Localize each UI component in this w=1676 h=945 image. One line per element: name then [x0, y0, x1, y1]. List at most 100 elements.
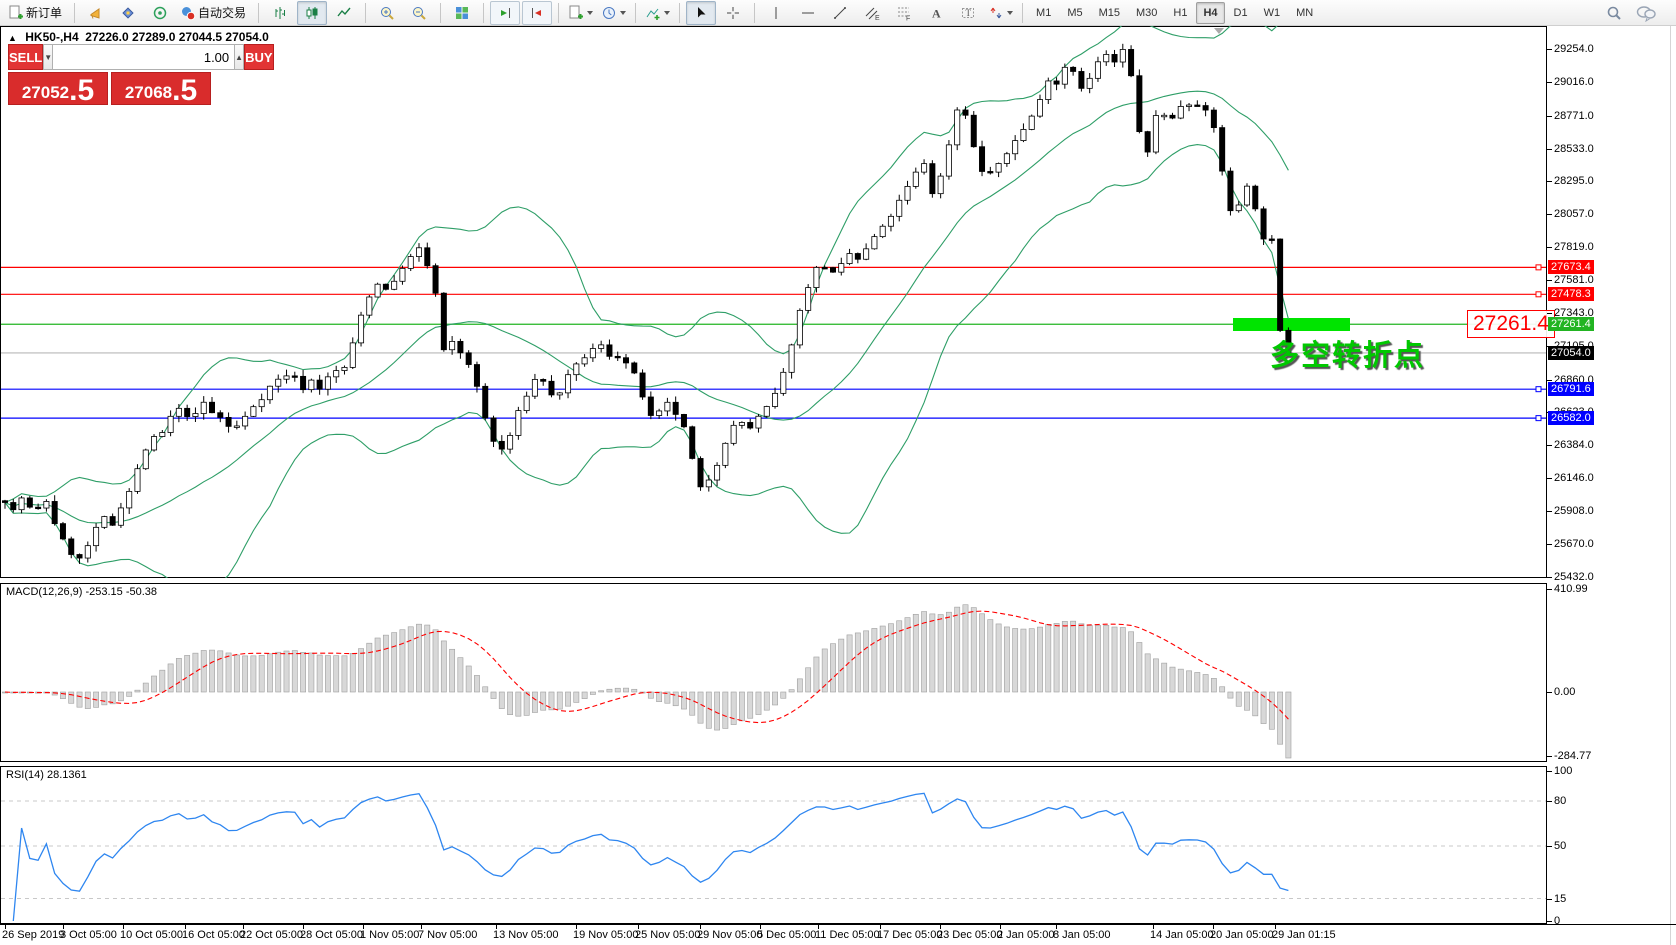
- zoom-out-button[interactable]: [404, 1, 434, 25]
- price-tag: 27673.4: [1548, 260, 1594, 274]
- equidistant-channel-button[interactable]: E: [857, 1, 887, 25]
- macd-canvas[interactable]: [0, 583, 1547, 762]
- price-tick-label: 28057.0: [1554, 208, 1594, 220]
- bar-chart-icon: [272, 5, 288, 21]
- price-callout-box[interactable]: 27261.4: [1467, 310, 1555, 338]
- equidistant-channel-icon: E: [864, 5, 880, 21]
- fibonacci-button[interactable]: F: [889, 1, 919, 25]
- vertical-line-icon: [768, 5, 784, 21]
- indicators-button[interactable]: [642, 1, 673, 25]
- time-axis-label: 2 Jan 05:00: [997, 929, 1055, 941]
- toolbar-separator: [365, 3, 366, 23]
- price-tick-label: 25670.0: [1554, 538, 1594, 550]
- svg-text:E: E: [875, 15, 880, 21]
- rsi-canvas[interactable]: [0, 766, 1547, 924]
- mt4-window: 新订单 自动交易 E F A T: [0, 0, 1676, 945]
- vertical-line-button[interactable]: [761, 1, 791, 25]
- svg-text:F: F: [906, 15, 910, 21]
- trendline-button[interactable]: [825, 1, 855, 25]
- text-label-button[interactable]: T: [953, 1, 983, 25]
- zoom-out-icon: [411, 5, 427, 21]
- dropdown-caret: [587, 11, 593, 15]
- timeframe-button-m1[interactable]: M1: [1029, 2, 1058, 24]
- price-tick-mark: [1547, 544, 1552, 545]
- price-tick-mark: [1547, 247, 1552, 248]
- zoom-in-button[interactable]: [372, 1, 402, 25]
- time-axis-label: 13 Nov 05:00: [493, 929, 558, 941]
- price-tick-label: 27819.0: [1554, 241, 1594, 253]
- price-tick-mark: [1547, 511, 1552, 512]
- time-axis-label: 23 Dec 05:00: [937, 929, 1002, 941]
- timeframe-button-m5[interactable]: M5: [1060, 2, 1089, 24]
- search-button[interactable]: [1599, 1, 1629, 25]
- svg-text:T: T: [966, 8, 972, 18]
- timeframe-button-d1[interactable]: D1: [1227, 2, 1255, 24]
- timeframe-button-w1[interactable]: W1: [1257, 2, 1288, 24]
- dropdown-caret: [620, 11, 626, 15]
- line-chart-button[interactable]: [329, 1, 359, 25]
- timeframe-button-h1[interactable]: H1: [1166, 2, 1194, 24]
- rsi-tick-label: 15: [1554, 893, 1566, 905]
- sell-button[interactable]: SELL: [8, 44, 43, 70]
- metaeditor-icon: [120, 5, 136, 21]
- autoscroll-icon: [497, 5, 513, 21]
- price-tick-label: 26384.0: [1554, 439, 1594, 451]
- price-tick-mark: [1547, 445, 1552, 446]
- collapse-triangle-icon[interactable]: ▲: [8, 33, 17, 43]
- price-tick-mark: [1547, 577, 1552, 578]
- price-tick-mark: [1547, 116, 1552, 117]
- signals-icon: [152, 5, 168, 21]
- horizontal-line-button[interactable]: [793, 1, 823, 25]
- macd-tick-mark: [1547, 756, 1552, 757]
- rsi-tick-label: 0: [1554, 915, 1560, 927]
- timeframe-button-mn[interactable]: MN: [1289, 2, 1320, 24]
- time-axis-label: 14 Jan 05:00: [1150, 929, 1214, 941]
- text-button[interactable]: A: [921, 1, 951, 25]
- volume-increase-button[interactable]: ▲: [234, 44, 244, 70]
- chart-shift-button[interactable]: [522, 1, 552, 25]
- autoscroll-button[interactable]: [490, 1, 520, 25]
- indicators-icon: [645, 5, 661, 21]
- candlestick-icon: [304, 5, 320, 21]
- price-tick-mark: [1547, 181, 1552, 182]
- macd-tick-label: 410.99: [1554, 583, 1588, 595]
- timeframe-button-m30[interactable]: M30: [1129, 2, 1164, 24]
- symbol-header: ▲ HK50-,H4 27226.0 27289.0 27044.5 27054…: [8, 30, 269, 44]
- timeframe-button-m15[interactable]: M15: [1092, 2, 1127, 24]
- toolbar-separator: [635, 3, 636, 23]
- tile-windows-icon: [454, 5, 470, 21]
- arrows-button[interactable]: [985, 1, 1016, 25]
- megaphone-button[interactable]: [81, 1, 111, 25]
- price-tick-label: 27581.0: [1554, 274, 1594, 286]
- volume-input[interactable]: [53, 44, 234, 70]
- buy-price-button[interactable]: 27068 .5: [111, 72, 211, 105]
- timeframe-button-h4[interactable]: H4: [1196, 2, 1224, 24]
- arrows-icon: [988, 5, 1004, 21]
- buy-button[interactable]: BUY: [244, 44, 273, 70]
- toolbar-separator: [258, 3, 259, 23]
- volume-decrease-button[interactable]: ▼: [43, 44, 53, 70]
- chat-button[interactable]: [1631, 1, 1661, 25]
- cursor-button[interactable]: [686, 1, 716, 25]
- autotrading-label: 自动交易: [198, 4, 246, 21]
- metaeditor-button[interactable]: [113, 1, 143, 25]
- time-axis-label: 7 Nov 05:00: [418, 929, 477, 941]
- new-chart-icon: [568, 5, 584, 21]
- bar-chart-button[interactable]: [265, 1, 295, 25]
- main-chart-canvas[interactable]: [0, 26, 1547, 578]
- chart-shift-icon: [529, 5, 545, 21]
- time-axis-label: 29 Jan 01:15: [1272, 929, 1336, 941]
- turning-point-annotation[interactable]: 多空转折点: [1270, 332, 1425, 374]
- autotrading-button[interactable]: 自动交易: [177, 1, 252, 25]
- candlestick-chart-button[interactable]: [297, 1, 327, 25]
- sell-price-button[interactable]: 27052 .5: [8, 72, 108, 105]
- profiles-button[interactable]: [598, 1, 629, 25]
- tile-windows-button[interactable]: [447, 1, 477, 25]
- rsi-tick-label: 80: [1554, 795, 1566, 807]
- crosshair-button[interactable]: [718, 1, 748, 25]
- new-order-button[interactable]: 新订单: [5, 1, 68, 25]
- new-chart-button[interactable]: [565, 1, 596, 25]
- signals-button[interactable]: [145, 1, 175, 25]
- time-axis-label: 10 Oct 05:00: [120, 929, 183, 941]
- autotrading-icon: [180, 5, 196, 21]
